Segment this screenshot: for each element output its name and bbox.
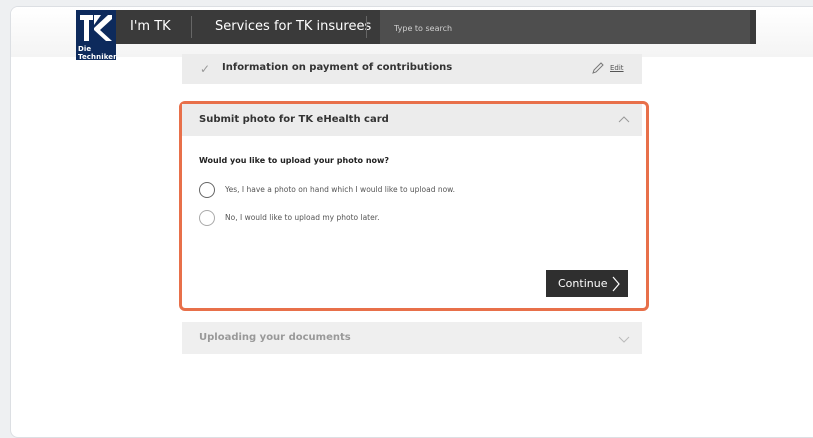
- step-title: Information on payment of contributions: [222, 62, 453, 73]
- step-payment-contributions: ✓ Information on payment of contribution…: [182, 54, 642, 84]
- option-label: Yes, I have a photo on hand which I woul…: [225, 185, 456, 194]
- step-title: Submit photo for TK eHealth card: [199, 114, 389, 125]
- tk-logo-icon: [80, 15, 112, 41]
- top-navigation: I'm TK Services for TK insurees: [76, 10, 756, 46]
- edit-link[interactable]: Edit: [610, 64, 624, 72]
- chevron-right-icon: [612, 276, 620, 292]
- continue-button[interactable]: Continue: [546, 270, 628, 297]
- question-label: Would you like to upload your photo now?: [199, 156, 390, 165]
- chevron-up-icon: [618, 116, 630, 123]
- radio-button[interactable]: [199, 210, 215, 226]
- nav-divider: [191, 16, 192, 38]
- chevron-down-icon: [618, 336, 630, 343]
- logo-text: Die Techniker: [78, 45, 117, 61]
- nav-services-tk-insurees[interactable]: Services for TK insurees: [215, 10, 371, 44]
- step-title: Uploading your documents: [199, 332, 351, 343]
- step-submit-photo: Submit photo for TK eHealth card Would y…: [182, 104, 642, 298]
- pencil-icon: [592, 62, 604, 74]
- continue-label: Continue: [558, 277, 608, 290]
- option-label: No, I would like to upload my photo late…: [225, 213, 380, 222]
- step-uploading-documents[interactable]: Uploading your documents: [182, 322, 642, 354]
- tk-logo[interactable]: Die Techniker: [76, 10, 117, 61]
- nav-im-tk[interactable]: I'm TK: [130, 10, 171, 44]
- check-icon: ✓: [200, 62, 211, 76]
- search-box: [380, 10, 756, 46]
- radio-button[interactable]: [199, 182, 215, 198]
- step-header[interactable]: Submit photo for TK eHealth card: [182, 104, 642, 136]
- search-input[interactable]: [380, 10, 756, 46]
- nav-divider: [366, 16, 367, 38]
